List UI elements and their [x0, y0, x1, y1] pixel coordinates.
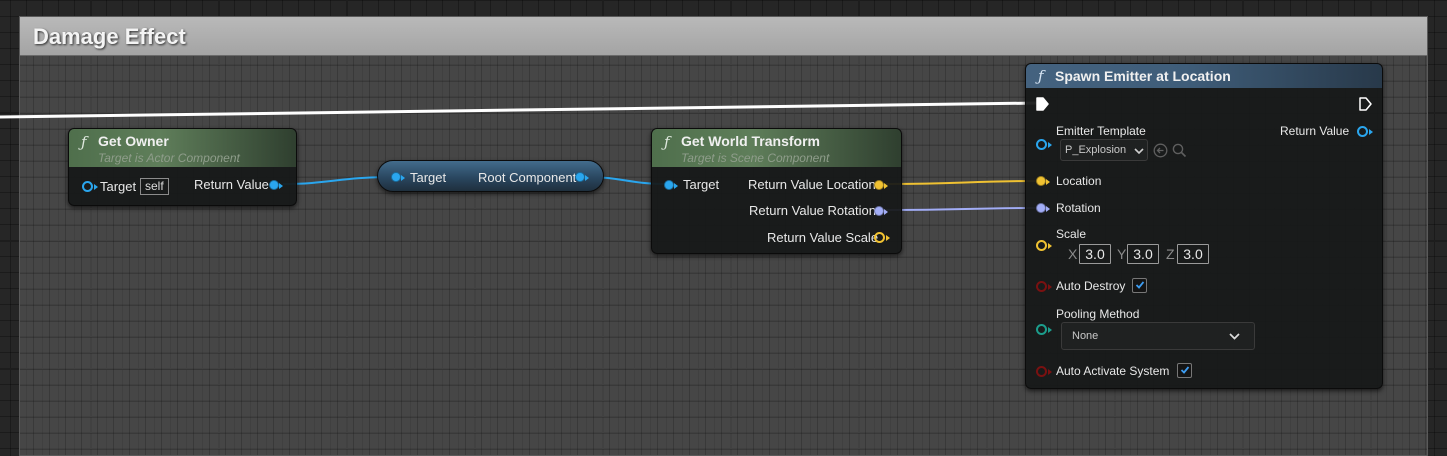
root-component-node[interactable]: Target Root Component: [377, 160, 604, 192]
return-value-pin-icon[interactable]: [1357, 126, 1373, 137]
get-owner-node[interactable]: ƒ Get Owner Target is Actor Component Ta…: [68, 128, 297, 206]
node-title: Get Owner: [98, 133, 169, 149]
scale-pin-icon[interactable]: [1036, 240, 1052, 251]
root-component-pin-icon[interactable]: [575, 172, 589, 182]
return-value-pin-icon[interactable]: [269, 180, 283, 190]
return-scale-pin-icon[interactable]: [874, 232, 890, 243]
exec-out-pin-icon[interactable]: [1359, 97, 1372, 111]
location-pin-icon[interactable]: [1036, 176, 1050, 186]
target-self-field[interactable]: self: [140, 178, 169, 195]
auto-destroy-label: Auto Destroy: [1056, 279, 1126, 293]
emitter-template-value: P_Explosion: [1065, 144, 1127, 156]
pooling-method-value: None: [1072, 330, 1099, 342]
return-rotation-label: Return Value Rotation: [749, 203, 876, 218]
scale-x-axis-label: X: [1068, 246, 1078, 262]
exec-in-pin-icon[interactable]: [1036, 97, 1049, 111]
emitter-template-pin-icon[interactable]: [1036, 139, 1052, 150]
target-pin-icon[interactable]: [664, 180, 678, 190]
auto-activate-pin-icon[interactable]: [1036, 366, 1052, 377]
node-title: Spawn Emitter at Location: [1055, 68, 1231, 84]
location-wire[interactable]: [884, 180, 1042, 185]
chevron-down-icon: [1229, 333, 1240, 340]
chevron-down-icon: [1134, 148, 1144, 155]
target-pin-label: Target: [100, 179, 137, 194]
function-icon: ƒ: [664, 133, 670, 151]
reroute-target-label: Target: [410, 170, 447, 185]
scale-label: Scale: [1056, 227, 1087, 241]
return-location-pin-icon[interactable]: [874, 180, 888, 190]
spawn-emitter-node[interactable]: ƒ Spawn Emitter at Location Emitter Temp…: [1025, 63, 1383, 389]
scale-y-field[interactable]: 3.0: [1127, 244, 1159, 264]
location-label: Location: [1056, 174, 1102, 188]
node-subtitle: Target is Scene Component: [681, 151, 830, 165]
auto-activate-checkbox[interactable]: [1177, 363, 1192, 378]
rotation-wire[interactable]: [884, 207, 1042, 211]
node-subtitle: Target is Actor Component: [98, 151, 240, 165]
auto-destroy-pin-icon[interactable]: [1036, 281, 1052, 292]
reroute-target-pin-icon[interactable]: [391, 172, 405, 182]
scale-y-axis-label: Y: [1117, 246, 1127, 262]
function-icon: ƒ: [1038, 67, 1044, 85]
pooling-method-pin-icon[interactable]: [1036, 324, 1052, 335]
return-scale-label: Return Value Scale: [767, 230, 879, 245]
node-title: Get World Transform: [681, 133, 820, 149]
return-rotation-pin-icon[interactable]: [874, 206, 888, 216]
target-pin-label: Target: [683, 177, 720, 192]
target-pin-icon[interactable]: [82, 181, 98, 192]
emitter-template-label: Emitter Template: [1056, 124, 1146, 138]
browse-search-icon[interactable]: [1172, 143, 1187, 158]
exec-wire[interactable]: [0, 101, 1041, 119]
rotation-label: Rotation: [1056, 201, 1101, 215]
node-header[interactable]: ƒ Get Owner Target is Actor Component: [69, 129, 296, 167]
node-header[interactable]: ƒ Get World Transform Target is Scene Co…: [652, 129, 901, 167]
return-value-label: Return Value: [1280, 124, 1350, 138]
emitter-template-dropdown[interactable]: P_Explosion: [1060, 139, 1148, 161]
get-world-transform-node[interactable]: ƒ Get World Transform Target is Scene Co…: [651, 128, 902, 254]
pooling-method-label: Pooling Method: [1056, 307, 1140, 321]
return-value-pin-label: Return Value: [194, 177, 269, 192]
scale-x-field[interactable]: 3.0: [1079, 244, 1111, 264]
scale-z-field[interactable]: 3.0: [1177, 244, 1209, 264]
root-component-label: Root Component: [478, 170, 577, 185]
return-location-label: Return Value Location: [748, 177, 876, 192]
rotation-pin-icon[interactable]: [1036, 203, 1050, 213]
use-selected-asset-icon[interactable]: [1153, 143, 1168, 158]
checkmark-icon: [1135, 281, 1145, 289]
function-icon: ƒ: [81, 133, 87, 151]
blueprint-graph[interactable]: { "comment": { "title": "Damage Effect" …: [0, 0, 1447, 456]
auto-destroy-checkbox[interactable]: [1132, 278, 1147, 293]
auto-activate-label: Auto Activate System: [1056, 364, 1170, 378]
checkmark-icon: [1180, 366, 1190, 374]
scale-z-axis-label: Z: [1166, 246, 1175, 262]
pooling-method-dropdown[interactable]: None: [1061, 322, 1255, 350]
node-header[interactable]: ƒ Spawn Emitter at Location: [1026, 64, 1382, 88]
